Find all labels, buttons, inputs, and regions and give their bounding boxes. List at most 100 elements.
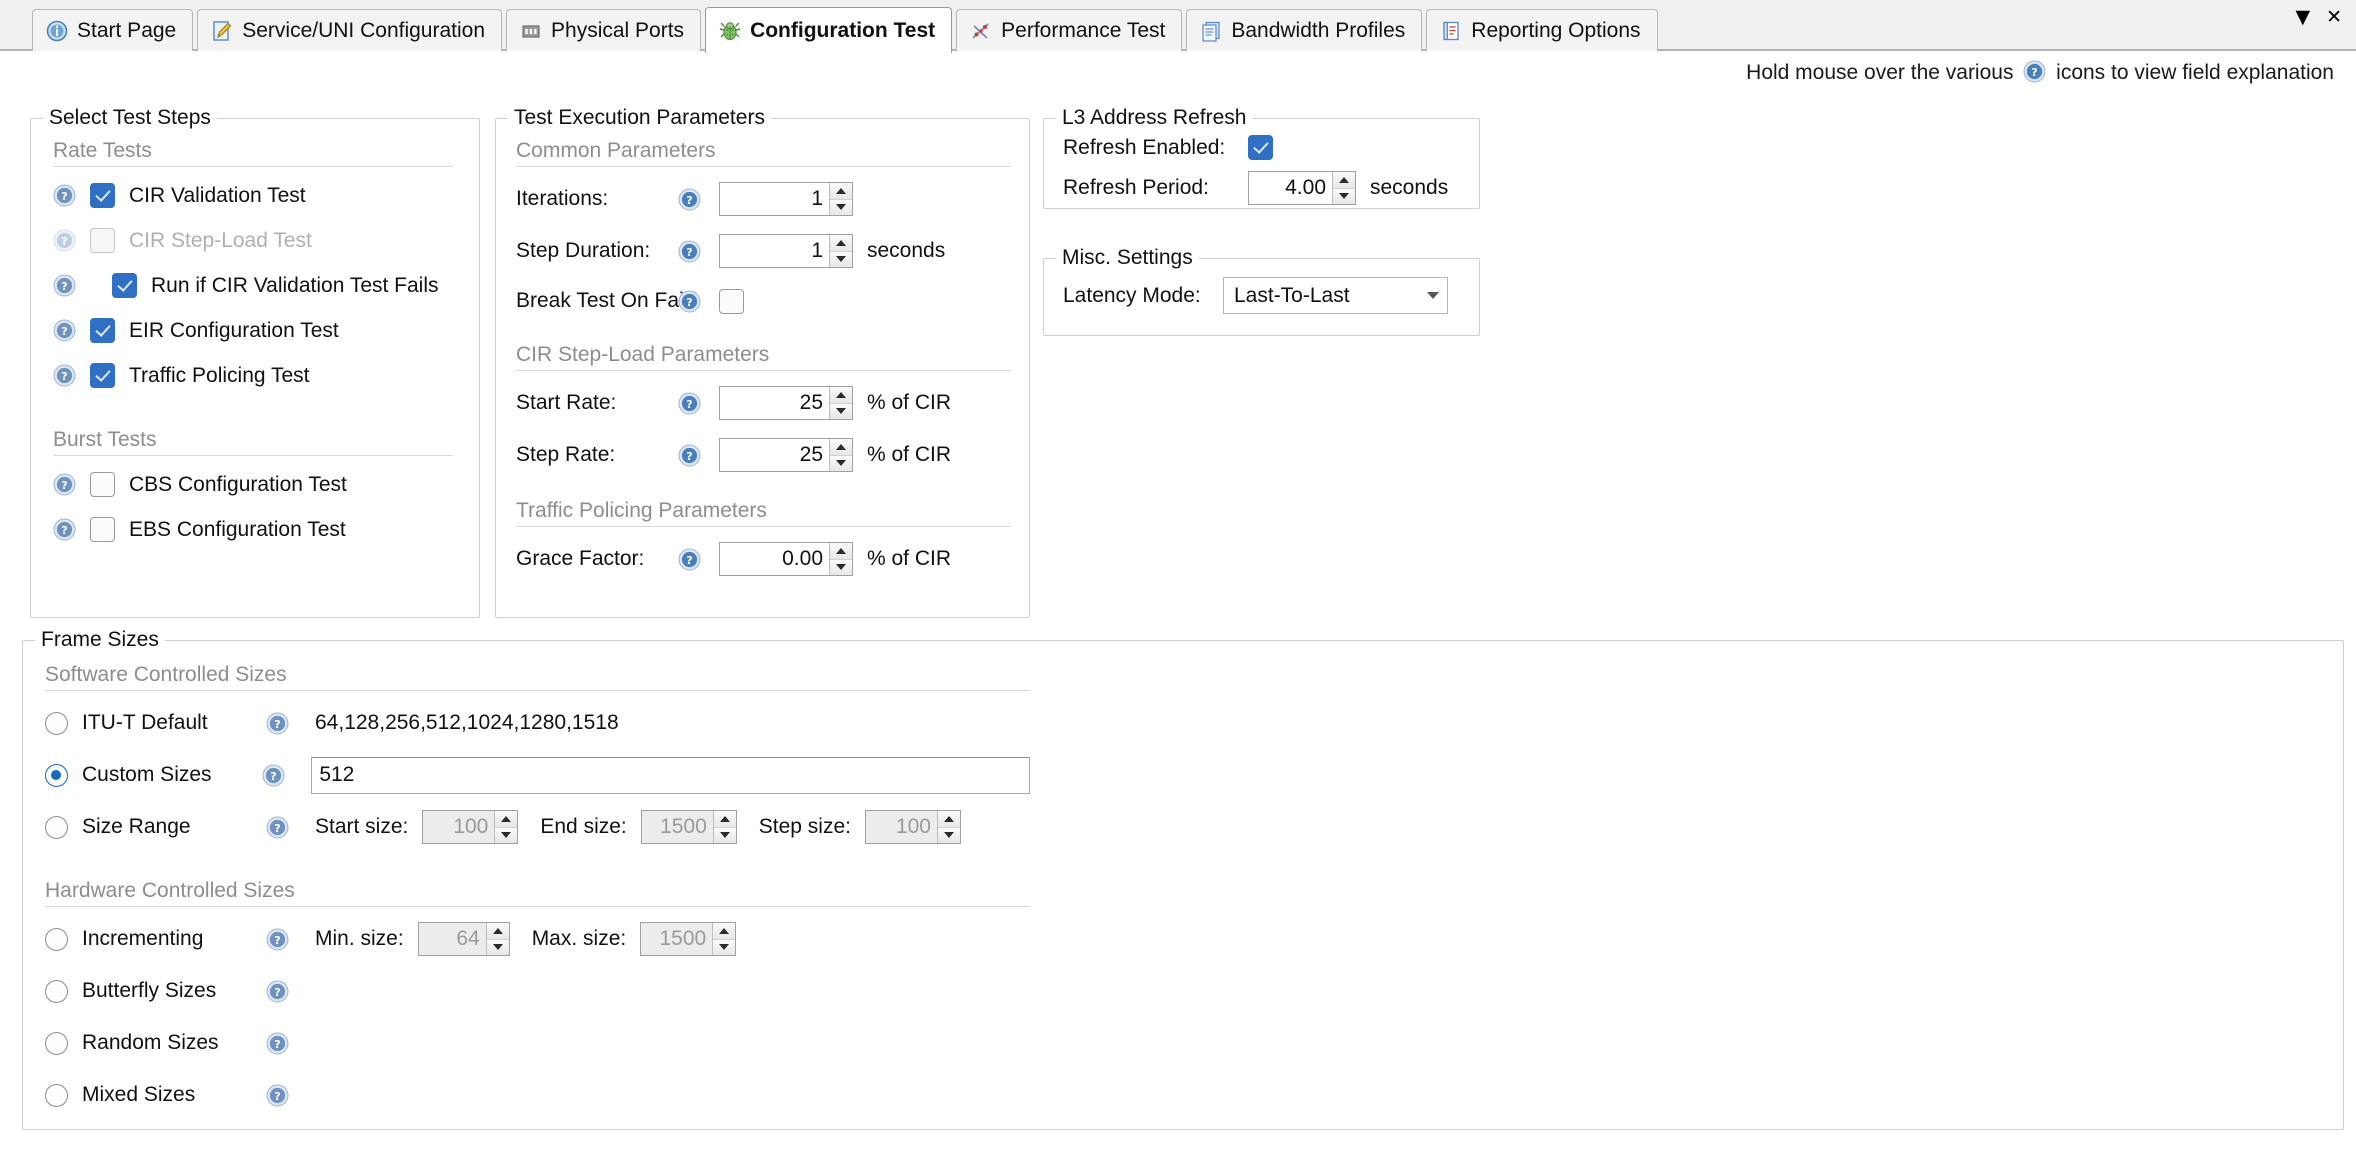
stepper-up-icon[interactable] [713,923,736,939]
close-icon[interactable]: ✕ [2326,8,2342,27]
incrementing-row[interactable]: Incrementing ? Min. size: 64 Max. size: … [45,913,1030,965]
question-help-icon[interactable]: ? [678,392,701,415]
question-help-icon[interactable]: ? [262,764,285,787]
stepper-buttons[interactable] [712,811,736,843]
radio-itut-default[interactable] [45,711,68,735]
custom-sizes-input[interactable]: 512 [311,756,1030,794]
radio-size-range[interactable] [45,815,68,839]
random-sizes-row[interactable]: Random Sizes ? [45,1017,1030,1069]
checkbox-traffic-policing-test[interactable] [90,363,115,388]
stepper-down-icon[interactable] [937,826,960,843]
test-step-row[interactable]: ? CBS Configuration Test [53,462,453,507]
stepper-down-icon[interactable] [830,250,852,267]
stepper-up-icon[interactable] [830,183,852,199]
stepper-up-icon[interactable] [1333,172,1355,188]
question-help-icon[interactable]: ? [266,1084,289,1107]
radio-incrementing[interactable] [45,927,68,951]
test-step-row[interactable]: ? EBS Configuration Test [53,507,453,552]
checkbox-break-test-on-fail[interactable] [719,288,744,314]
step-duration-stepper[interactable]: 1 [719,234,853,268]
tab-service-uni-configuration[interactable]: Service/UNI Configuration [197,9,503,51]
stepper-down-icon[interactable] [830,558,852,575]
max-size-stepper[interactable]: 1500 [640,922,737,956]
test-step-row[interactable]: ? EIR Configuration Test [53,308,453,353]
start-size-stepper[interactable]: 100 [422,810,519,844]
stepper-buttons[interactable] [494,811,518,843]
radio-butterfly-sizes[interactable] [45,979,68,1003]
tab-bandwidth-profiles[interactable]: Bandwidth Profiles [1186,9,1423,51]
checkbox-cir-validation-test[interactable] [90,183,115,208]
stepper-down-icon[interactable] [713,826,736,843]
end-size-stepper[interactable]: 1500 [640,810,737,844]
stepper-down-icon[interactable] [830,454,852,471]
question-help-icon[interactable]: ? [53,518,76,541]
question-help-icon[interactable]: ? [678,290,701,313]
checkbox-ebs-configuration-test[interactable] [90,517,115,542]
question-help-icon[interactable]: ? [678,548,701,571]
stepper-buttons[interactable] [936,811,960,843]
stepper-down-icon[interactable] [495,826,518,843]
question-help-icon[interactable]: ? [678,240,701,263]
stepper-up-icon[interactable] [486,923,509,939]
stepper-up-icon[interactable] [937,811,960,827]
latency-mode-select[interactable]: Last-To-Last [1223,277,1448,314]
stepper-up-icon[interactable] [830,543,852,559]
tab-configuration-test[interactable]: Configuration Test [705,7,953,53]
question-help-icon[interactable]: ? [53,364,76,387]
size-range-row[interactable]: Size Range ? Start size: 100 End size: 1… [45,801,1030,853]
grace-factor-stepper[interactable]: 0.00 [719,542,853,576]
tab-start-page[interactable]: Start Page [32,9,194,51]
stepper-buttons[interactable] [485,923,509,955]
stepper-buttons[interactable] [1332,172,1355,204]
radio-random-sizes[interactable] [45,1031,68,1055]
tab-reporting-options[interactable]: Reporting Options [1426,9,1658,51]
butterfly-sizes-row[interactable]: Butterfly Sizes ? [45,965,1030,1017]
stepper-buttons[interactable] [829,543,852,575]
checkbox-cir-step-load-test[interactable] [90,228,115,253]
min-size-stepper[interactable]: 64 [417,922,510,956]
tab-physical-ports[interactable]: Physical Ports [506,9,702,51]
stepper-up-icon[interactable] [713,811,736,827]
step-rate-stepper[interactable]: 25 [719,438,853,472]
stepper-buttons[interactable] [829,183,852,215]
question-help-icon[interactable]: ? [266,928,289,951]
question-help-icon[interactable]: ? [266,816,289,839]
question-help-icon[interactable]: ? [266,980,289,1003]
tab-list-dropdown-icon[interactable]: ▼ [2295,8,2310,27]
stepper-buttons[interactable] [829,387,852,419]
tab-performance-test[interactable]: Performance Test [956,9,1183,51]
question-help-icon[interactable]: ? [266,712,289,735]
checkbox-refresh-enabled[interactable] [1248,135,1273,160]
stepper-down-icon[interactable] [830,402,852,419]
stepper-buttons[interactable] [829,235,852,267]
test-step-row[interactable]: ? CIR Validation Test [53,173,453,218]
radio-mixed-sizes[interactable] [45,1083,68,1107]
refresh-period-stepper[interactable]: 4.00 [1248,171,1356,205]
stepper-down-icon[interactable] [486,938,509,955]
radio-custom-sizes[interactable] [45,763,68,787]
question-help-icon[interactable]: ? [266,1032,289,1055]
stepper-down-icon[interactable] [713,938,736,955]
question-help-icon[interactable]: ? [53,274,76,297]
stepper-down-icon[interactable] [830,198,852,215]
start-rate-stepper[interactable]: 25 [719,386,853,420]
stepper-up-icon[interactable] [830,387,852,403]
checkbox-cbs-configuration-test[interactable] [90,472,115,497]
itut-default-row[interactable]: ITU-T Default ? 64,128,256,512,1024,1280… [45,697,1030,749]
iterations-stepper[interactable]: 1 [719,182,853,216]
custom-sizes-row[interactable]: Custom Sizes ? 512 [45,749,1030,801]
stepper-up-icon[interactable] [495,811,518,827]
stepper-buttons[interactable] [829,439,852,471]
stepper-buttons[interactable] [712,923,736,955]
test-step-row[interactable]: ? Run if CIR Validation Test Fails [53,263,453,308]
question-help-icon[interactable]: ? [53,473,76,496]
question-help-icon[interactable]: ? [53,184,76,207]
checkbox-eir-configuration-test[interactable] [90,318,115,343]
mixed-sizes-row[interactable]: Mixed Sizes ? [45,1069,1030,1121]
step-size-stepper[interactable]: 100 [864,810,961,844]
question-help-icon[interactable]: ? [53,319,76,342]
test-step-row[interactable]: ? Traffic Policing Test [53,353,453,398]
stepper-up-icon[interactable] [830,235,852,251]
stepper-up-icon[interactable] [830,439,852,455]
test-step-row[interactable]: ? CIR Step-Load Test [53,218,453,263]
